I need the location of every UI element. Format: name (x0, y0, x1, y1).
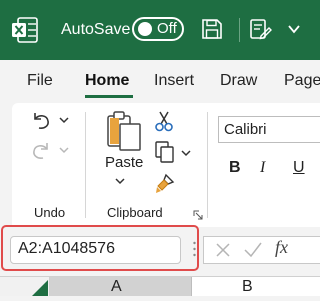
titlebar-separator (239, 18, 240, 42)
tab-insert[interactable]: Insert (154, 71, 194, 91)
tab-file[interactable]: File (27, 71, 53, 91)
toggle-knob (138, 22, 152, 36)
paste-icon[interactable] (104, 110, 144, 152)
cut-scissors-icon[interactable] (154, 110, 174, 132)
tab-home[interactable]: Home (85, 71, 129, 91)
name-box-highlight (1, 225, 199, 271)
tab-page-layout[interactable]: Page (284, 71, 320, 91)
underline-button[interactable]: U (293, 159, 305, 177)
redo-icon[interactable] (30, 139, 52, 161)
format-painter-icon[interactable] (154, 172, 176, 194)
enter-check-icon[interactable] (243, 241, 263, 259)
ribbon-group-separator (207, 112, 208, 218)
autosave-label: AutoSave (61, 21, 131, 38)
toggle-state-text: Off (157, 20, 177, 37)
clipboard-group-label: Clipboard (107, 205, 163, 220)
redo-dropdown-chevron-icon[interactable] (58, 143, 70, 155)
tab-draw[interactable]: Draw (220, 71, 257, 91)
italic-button[interactable]: I (260, 159, 265, 177)
resize-grip-icon[interactable] (193, 239, 196, 259)
undo-icon[interactable] (30, 109, 52, 131)
copy-dropdown-chevron-icon[interactable] (180, 146, 192, 158)
save-icon[interactable] (200, 17, 224, 41)
paste-label[interactable]: Paste (105, 154, 143, 171)
undo-dropdown-chevron-icon[interactable] (58, 113, 70, 125)
column-header-b[interactable] (192, 277, 320, 296)
column-b-label: B (242, 278, 253, 295)
paste-dropdown-chevron-icon[interactable] (114, 174, 126, 186)
autosave-toggle[interactable]: Off (132, 17, 184, 41)
select-all-triangle-icon (30, 280, 48, 296)
form-icon[interactable] (248, 17, 272, 41)
undo-group-label: Undo (34, 205, 66, 220)
active-tab-indicator (85, 95, 133, 98)
column-a-label: A (111, 278, 122, 295)
font-name-value: Calibri (224, 121, 267, 138)
bold-button[interactable]: B (229, 159, 241, 177)
dialog-launcher-icon[interactable] (193, 207, 203, 220)
ribbon-group-separator (85, 112, 86, 218)
excel-logo-icon (11, 16, 39, 44)
cancel-x-icon[interactable] (214, 241, 232, 259)
copy-icon[interactable] (154, 140, 176, 164)
insert-function-fx-icon[interactable]: fx (275, 237, 288, 258)
chevron-down-icon[interactable] (287, 22, 301, 36)
